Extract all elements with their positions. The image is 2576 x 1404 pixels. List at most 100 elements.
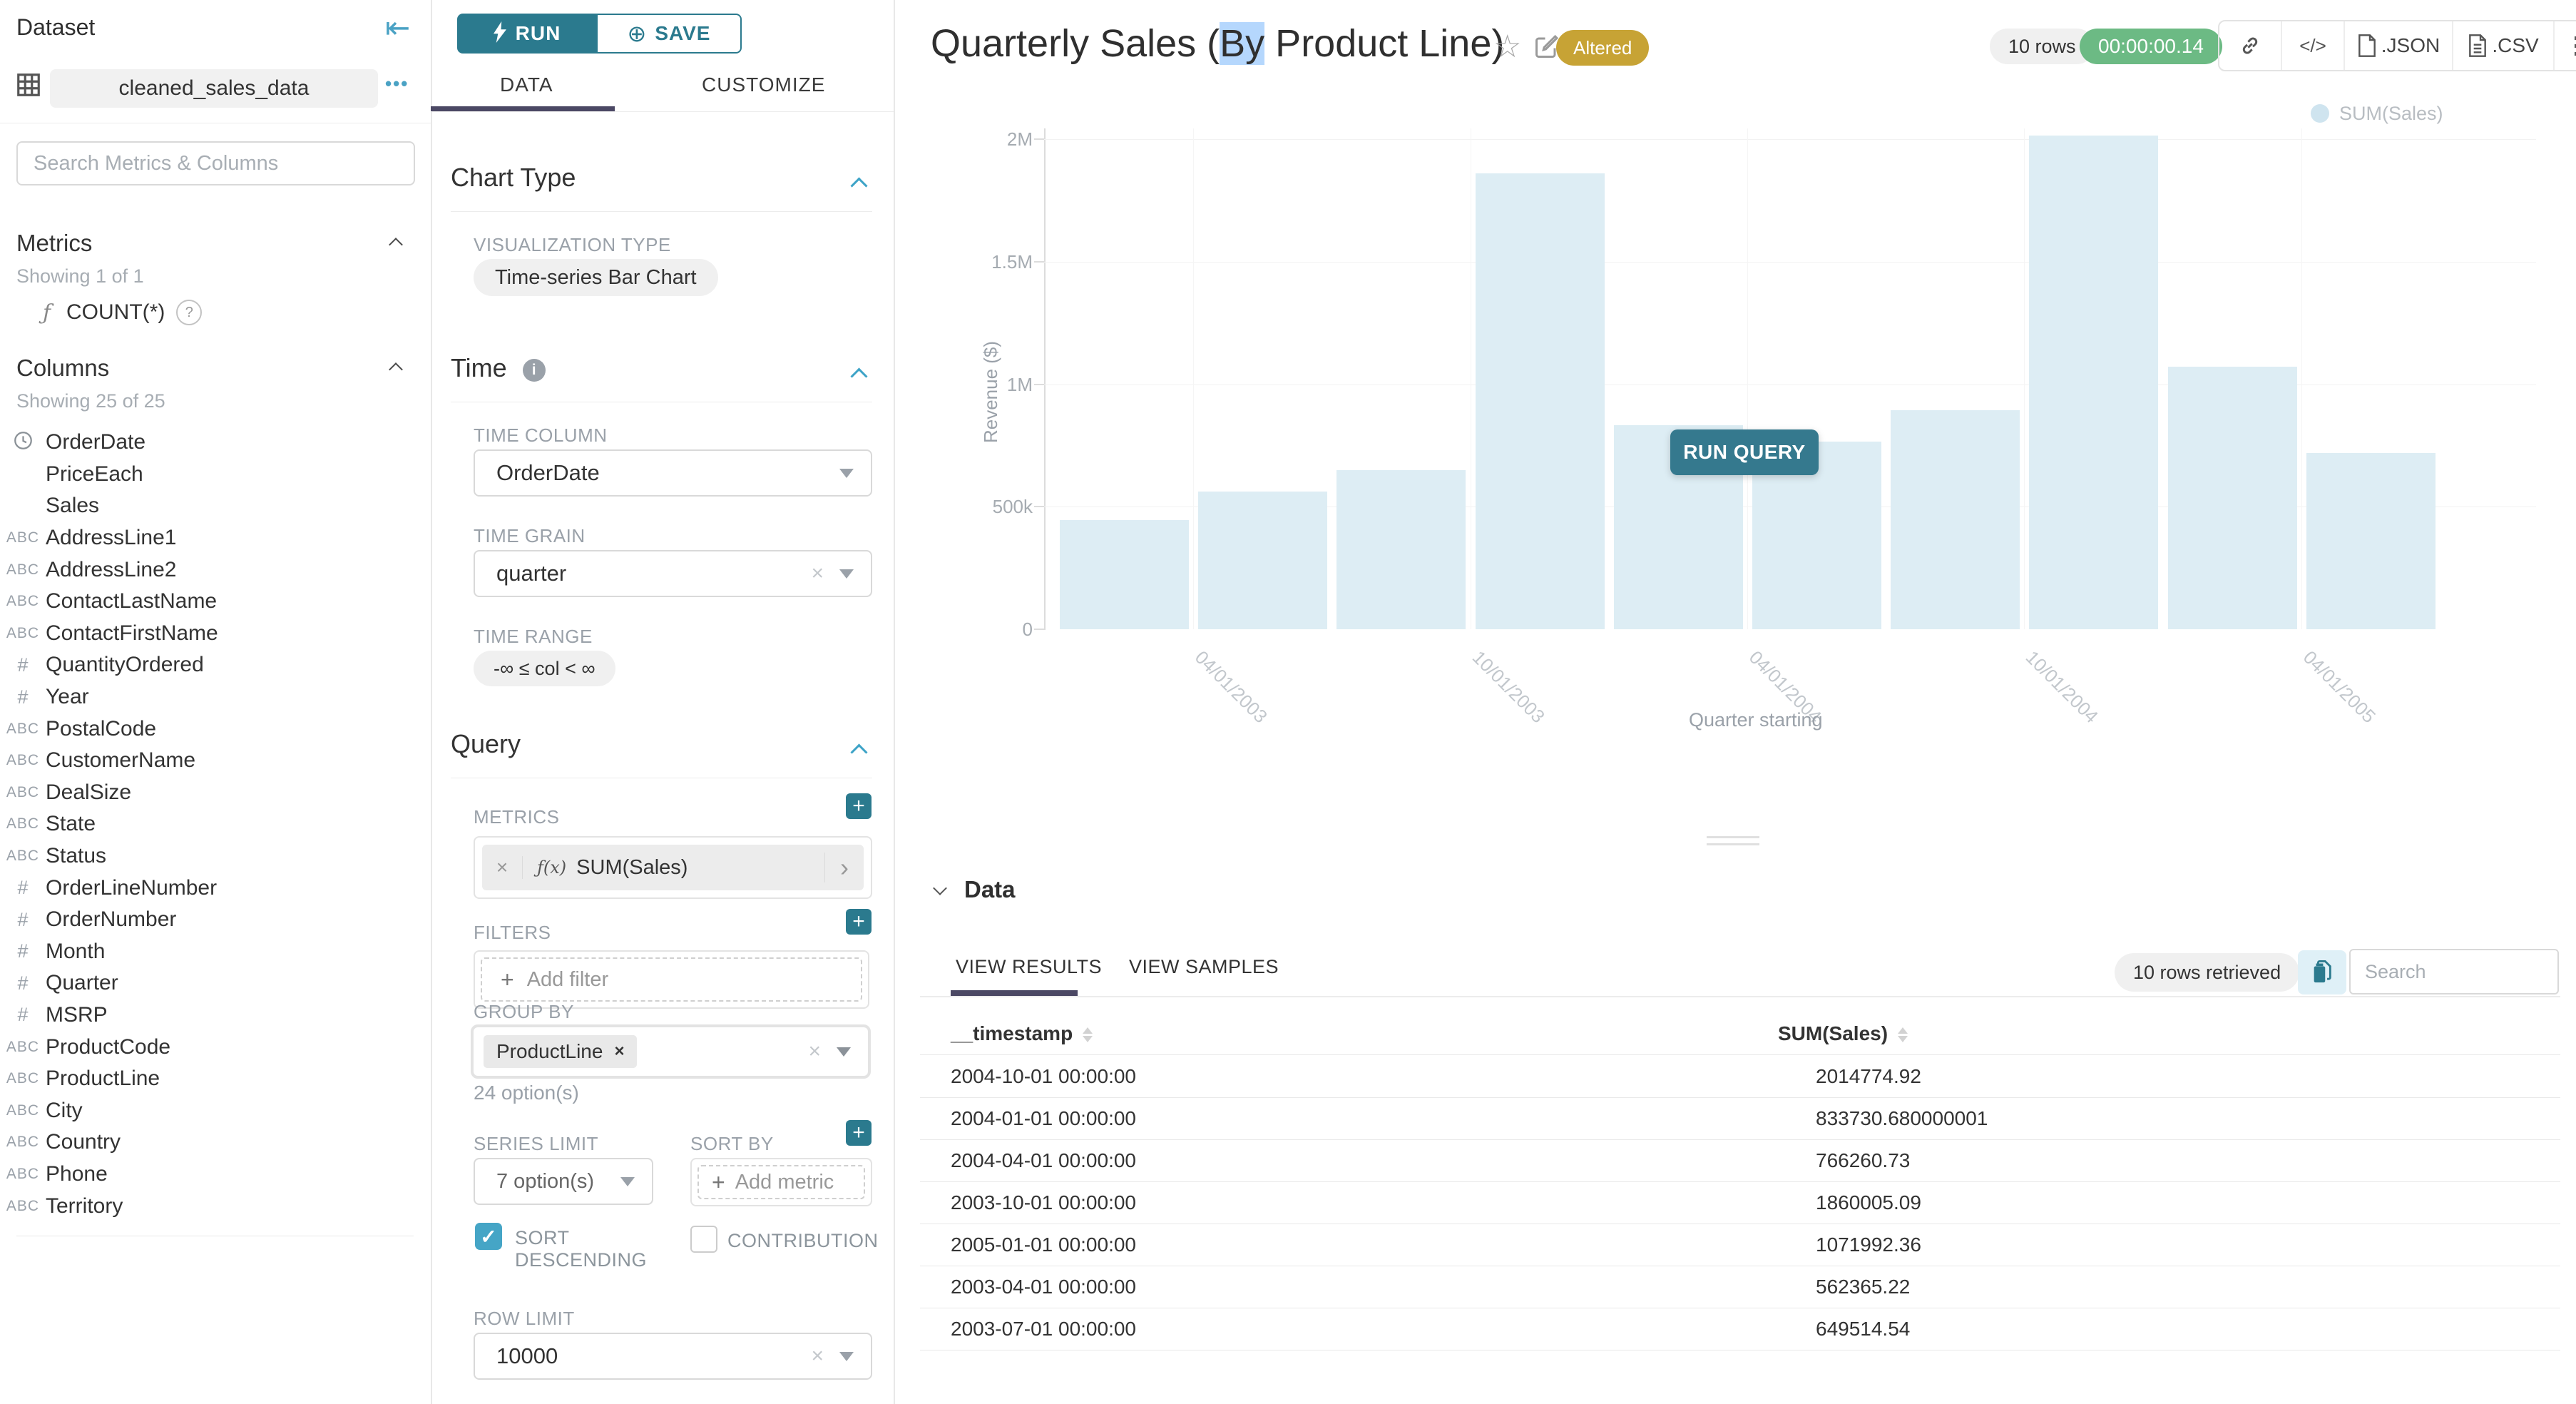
column-header-sum-sales[interactable]: SUM(Sales) [1778, 1022, 1908, 1045]
column-item[interactable]: ABCCustomerName [0, 745, 431, 777]
dataset-options-icon[interactable]: ••• [385, 73, 409, 95]
embed-code-icon[interactable]: </> [2282, 21, 2345, 70]
share-link-icon[interactable] [2219, 21, 2282, 70]
table-row[interactable]: 2004-01-01 00:00:00833730.680000001 [920, 1097, 2560, 1140]
column-item[interactable]: #MSRP [0, 999, 431, 1032]
series-limit-select[interactable]: 7 option(s) [474, 1158, 653, 1205]
column-item[interactable]: PriceEach [0, 459, 431, 491]
copy-data-button[interactable] [2298, 950, 2346, 994]
row-limit-select[interactable]: 10000 × [474, 1333, 872, 1380]
table-row[interactable]: 2003-04-01 00:00:00562365.22 [920, 1266, 2560, 1308]
run-query-button[interactable]: RUN QUERY [1670, 429, 1819, 475]
chart-bar[interactable] [1336, 470, 1466, 629]
menu-icon[interactable] [2555, 21, 2576, 70]
chart-bar[interactable] [2168, 367, 2297, 629]
chart-bar[interactable] [2306, 453, 2436, 629]
dataset-name[interactable]: cleaned_sales_data [50, 69, 378, 108]
column-item[interactable]: ABCCountry [0, 1126, 431, 1159]
data-panel-collapse-icon[interactable] [933, 881, 947, 895]
time-collapse-icon[interactable] [850, 367, 867, 385]
column-item[interactable]: ABCContactFirstName [0, 618, 431, 650]
export-csv-button[interactable]: .CSV [2453, 21, 2555, 70]
time-column-select[interactable]: OrderDate [474, 449, 872, 497]
sort-descending-checkbox[interactable]: ✓ [475, 1223, 502, 1250]
pane-resize-handle[interactable] [1707, 843, 1759, 845]
chart-bar[interactable] [1891, 410, 2020, 629]
column-item[interactable]: ABCPostalCode [0, 713, 431, 745]
add-filter-dropzone[interactable]: + Add filter [481, 957, 862, 1002]
pane-resize-handle[interactable] [1707, 836, 1759, 838]
group-by-select[interactable]: ProductLine × × [471, 1024, 871, 1079]
column-item[interactable]: ABCAddressLine1 [0, 522, 431, 554]
column-item[interactable]: #QuantityOrdered [0, 649, 431, 681]
chart-type-collapse-icon[interactable] [850, 177, 867, 194]
legend-marker[interactable] [2311, 104, 2329, 123]
altered-badge[interactable]: Altered [1556, 30, 1649, 66]
table-search-input[interactable] [2349, 949, 2559, 994]
metric-pill[interactable]: × ƒ(x) SUM(Sales) › [482, 845, 864, 890]
table-row[interactable]: 2003-10-01 00:00:001860005.09 [920, 1181, 2560, 1224]
column-item[interactable]: ABCTerritory [0, 1190, 431, 1222]
clear-icon[interactable]: × [808, 1039, 821, 1064]
remove-tag-icon[interactable]: × [614, 1042, 624, 1062]
sort-icon[interactable] [1898, 1027, 1908, 1042]
column-item[interactable]: ABCProductLine [0, 1063, 431, 1095]
legend-label[interactable]: SUM(Sales) [2339, 103, 2443, 125]
column-item[interactable]: #Month [0, 936, 431, 968]
remove-metric-icon[interactable]: × [482, 856, 523, 879]
column-item[interactable]: #Year [0, 681, 431, 713]
favorite-star-icon[interactable]: ☆ [1493, 29, 1521, 65]
time-grain-select[interactable]: quarter × [474, 550, 872, 597]
column-item[interactable]: ABCStatus [0, 840, 431, 873]
clear-icon[interactable]: × [811, 1344, 824, 1368]
metrics-collapse-icon[interactable] [389, 238, 403, 252]
column-item[interactable]: ABCAddressLine2 [0, 554, 431, 586]
chart-bar[interactable] [2029, 136, 2158, 629]
table-row[interactable]: 2004-10-01 00:00:002014774.92 [920, 1055, 2560, 1098]
column-item[interactable]: #Quarter [0, 967, 431, 999]
column-item[interactable]: ABCCity [0, 1094, 431, 1126]
column-item[interactable]: #OrderLineNumber [0, 872, 431, 904]
column-item[interactable]: ABCState [0, 808, 431, 840]
tab-view-results[interactable]: VIEW RESULTS [956, 956, 1102, 978]
time-range-value[interactable]: -∞ ≤ col < ∞ [474, 651, 615, 686]
tab-data[interactable]: DATA [500, 73, 553, 96]
table-row[interactable]: 2004-04-01 00:00:00766260.73 [920, 1139, 2560, 1182]
chart-bar[interactable] [1198, 492, 1327, 629]
group-by-tag[interactable]: ProductLine × [484, 1035, 637, 1068]
tab-view-samples[interactable]: VIEW SAMPLES [1129, 956, 1279, 978]
search-metrics-input[interactable] [16, 141, 415, 185]
edit-title-icon[interactable] [1533, 34, 1559, 63]
chart-bar[interactable] [1060, 520, 1189, 629]
query-collapse-icon[interactable] [850, 743, 867, 760]
clear-icon[interactable]: × [811, 561, 824, 586]
table-row[interactable]: 2005-01-01 00:00:001071992.36 [920, 1224, 2560, 1266]
tab-customize[interactable]: CUSTOMIZE [702, 73, 825, 96]
add-filter-button[interactable]: + [846, 909, 872, 935]
help-icon[interactable]: ? [176, 300, 202, 325]
sort-icon[interactable] [1083, 1027, 1093, 1042]
add-metric-button[interactable]: + [846, 793, 872, 819]
chart-title[interactable]: Quarterly Sales (By Product Line) [931, 21, 1504, 66]
column-item[interactable]: ABCProductCode [0, 1031, 431, 1063]
add-sort-metric-dropzone[interactable]: + Add metric [697, 1165, 865, 1199]
chart-bar[interactable] [1476, 173, 1605, 629]
export-json-button[interactable]: .JSON [2345, 21, 2453, 70]
column-header-timestamp[interactable]: __timestamp [951, 1022, 1778, 1045]
table-row[interactable]: 2003-07-01 00:00:00649514.54 [920, 1308, 2560, 1350]
column-item[interactable]: OrderDate [0, 427, 431, 459]
column-item[interactable]: ABCPhone [0, 1159, 431, 1191]
run-button[interactable]: RUN [457, 14, 596, 54]
contribution-checkbox[interactable] [690, 1226, 717, 1253]
add-sort-metric-button[interactable]: + [846, 1120, 872, 1146]
column-item[interactable]: ABCDealSize [0, 777, 431, 809]
columns-collapse-icon[interactable] [389, 362, 403, 377]
collapse-sidebar-icon[interactable]: ⇤ [385, 10, 410, 45]
expand-metric-icon[interactable]: › [824, 853, 864, 882]
viz-type-value[interactable]: Time-series Bar Chart [474, 259, 718, 296]
column-item[interactable]: ABCContactLastName [0, 586, 431, 618]
column-item[interactable]: Sales [0, 490, 431, 522]
metric-item[interactable]: ƒ COUNT(*) ? [27, 300, 202, 325]
column-item[interactable]: #OrderNumber [0, 904, 431, 936]
save-button[interactable]: ⊕ SAVE [596, 14, 742, 54]
